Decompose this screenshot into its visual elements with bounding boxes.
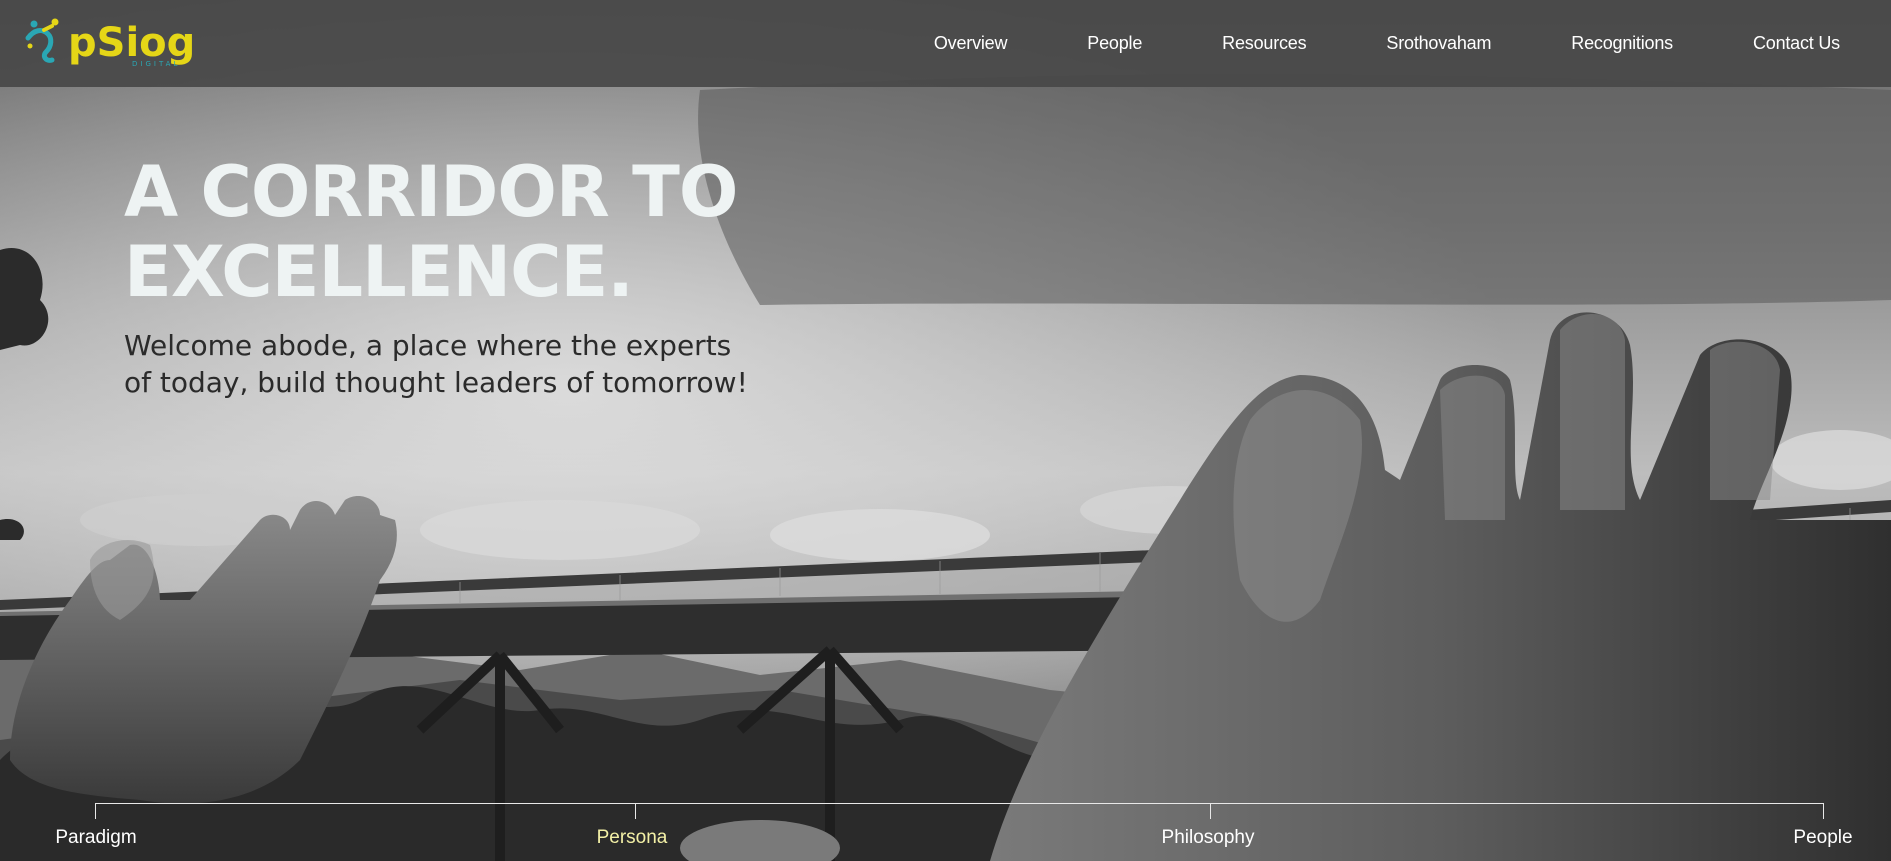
timeline-item-persona[interactable]: Persona: [597, 827, 668, 849]
hero-title-line-1: A CORRIDOR TO: [124, 151, 738, 233]
timeline-tick-persona: [635, 803, 636, 819]
top-navigation-bar: pSiog DIGITAL Overview People Resources …: [0, 0, 1891, 87]
nav-item-people[interactable]: People: [1087, 33, 1142, 54]
timeline-line: [95, 803, 1824, 804]
timeline-tick-philosophy: [1210, 803, 1211, 819]
hero-subtitle-line-1: Welcome abode, a place where the experts: [124, 329, 732, 362]
psiog-digital-logo[interactable]: pSiog DIGITAL: [22, 16, 192, 72]
page: pSiog DIGITAL Overview People Resources …: [0, 0, 1891, 861]
logo-subtext: DIGITAL: [132, 60, 180, 68]
psiog-figure-icon: [25, 18, 59, 63]
hero-subtitle: Welcome abode, a place where the experts…: [124, 327, 844, 401]
hero-subtitle-line-2: of today, build thought leaders of tomor…: [124, 366, 748, 399]
nav-item-contact-us[interactable]: Contact Us: [1753, 33, 1840, 54]
main-nav: Overview People Resources Srothovaham Re…: [854, 0, 1891, 87]
nav-item-overview[interactable]: Overview: [934, 33, 1008, 54]
hero-background-image: [0, 0, 1891, 861]
hero-title: A CORRIDOR TO EXCELLENCE.: [124, 152, 884, 312]
nav-item-recognitions[interactable]: Recognitions: [1571, 33, 1673, 54]
section-timeline: Paradigm Persona Philosophy People: [0, 795, 1891, 861]
timeline-item-paradigm[interactable]: Paradigm: [55, 827, 136, 849]
timeline-tick-paradigm: [95, 803, 96, 819]
timeline-item-philosophy[interactable]: Philosophy: [1162, 827, 1255, 849]
nav-item-resources[interactable]: Resources: [1222, 33, 1306, 54]
nav-item-srothovaham[interactable]: Srothovaham: [1386, 33, 1491, 54]
timeline-item-people[interactable]: People: [1793, 827, 1852, 849]
timeline-tick-people: [1823, 803, 1824, 819]
hero-title-line-2: EXCELLENCE.: [124, 231, 634, 313]
